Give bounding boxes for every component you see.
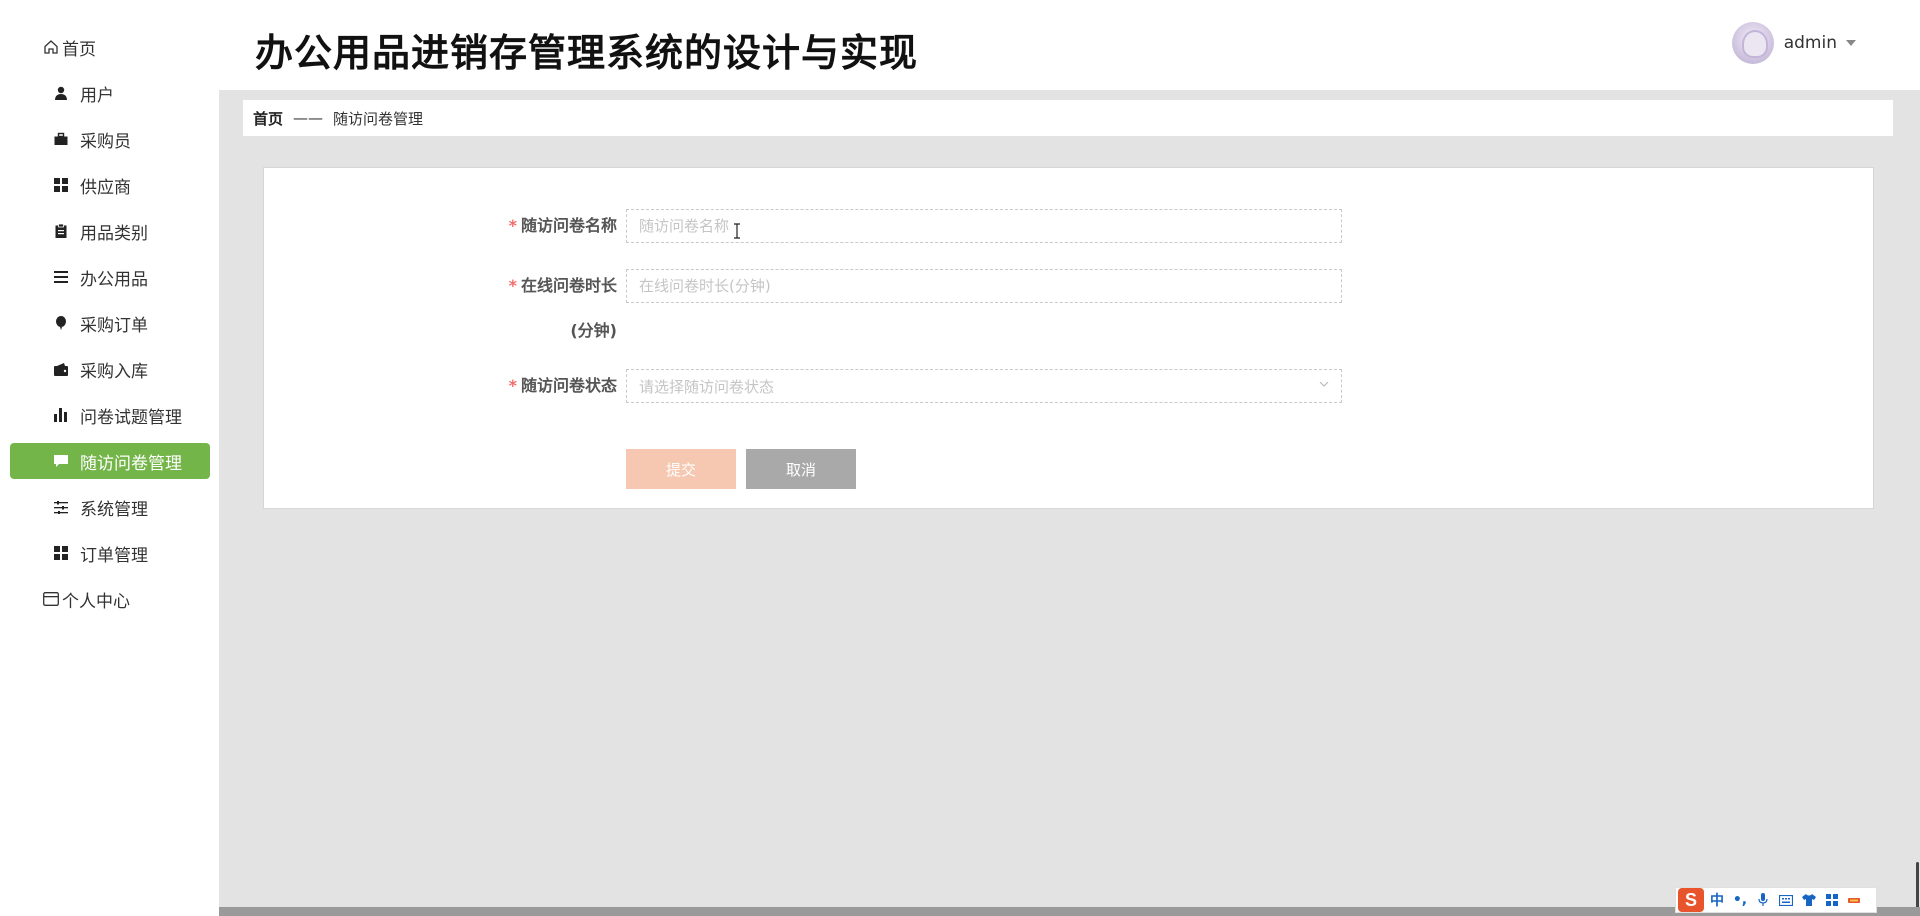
required-mark: * (508, 216, 517, 235)
sidebar-item-label: 用品类别 (80, 223, 148, 244)
ime-toolbar: S 中 •, (1675, 887, 1877, 913)
chevron-down-icon (1319, 381, 1329, 387)
status-select[interactable]: 请选择随访问卷状态 (626, 369, 1342, 403)
grid-icon (52, 176, 70, 194)
sidebar-item-home[interactable]: 首页 (10, 29, 210, 65)
keyboard-icon[interactable] (1776, 890, 1796, 910)
sidebar-item-label: 采购入库 (80, 361, 148, 382)
sidebar-item-label: 随访问卷管理 (80, 453, 182, 474)
sidebar-item-user[interactable]: 用户 (10, 75, 210, 111)
questionnaire-form: *随访问卷名称 *在线问卷时长 (分钟) *随访问卷状态 请选择随访问卷状态 提… (263, 167, 1874, 509)
sidebar-item-label: 供应商 (80, 177, 131, 198)
duration-input[interactable] (626, 269, 1342, 303)
ime-logo[interactable]: S (1678, 888, 1704, 912)
grid-icon (52, 544, 70, 562)
submit-button[interactable]: 提交 (626, 449, 736, 489)
bar-chart-icon (52, 406, 70, 424)
cancel-button[interactable]: 取消 (746, 449, 856, 489)
status-select-placeholder: 请选择随访问卷状态 (639, 377, 775, 396)
microphone-icon[interactable] (1753, 890, 1773, 910)
text-cursor-icon (734, 223, 740, 239)
user-icon (52, 84, 70, 102)
required-mark: * (508, 276, 517, 295)
sidebar-item-category[interactable]: 用品类别 (10, 213, 210, 249)
breadcrumb-separator: —— (293, 109, 324, 127)
tools-icon[interactable] (1845, 890, 1865, 910)
user-menu[interactable]: admin (1731, 22, 1856, 64)
horizontal-scrollbar[interactable] (219, 907, 1920, 916)
sidebar-item-label: 订单管理 (80, 545, 148, 566)
clipboard-icon (52, 222, 70, 240)
duration-label-unit: (分钟) (570, 321, 617, 340)
sidebar-item-label: 首页 (62, 39, 96, 60)
sidebar-item-label: 用户 (80, 85, 114, 106)
briefcase-icon (52, 130, 70, 148)
top-header: 办公用品进销存管理系统的设计与实现 admin (219, 0, 1920, 90)
username: admin (1783, 33, 1837, 53)
sidebar-item-purchase-order[interactable]: 采购订单 (10, 305, 210, 341)
chevron-down-icon (1846, 40, 1856, 46)
sidebar-item-followup-questionnaire[interactable]: 随访问卷管理 (10, 443, 210, 479)
sidebar-item-label: 采购员 (80, 131, 131, 152)
sidebar-item-label: 个人中心 (62, 591, 130, 612)
breadcrumb-current: 随访问卷管理 (333, 109, 424, 128)
status-label-text: 随访问卷状态 (520, 376, 617, 395)
sidebar-item-label: 问卷试题管理 (80, 407, 182, 428)
sidebar-item-system-management[interactable]: 系统管理 (10, 489, 210, 525)
breadcrumb: 首页 —— 随访问卷管理 (243, 100, 1893, 136)
sidebar-item-order-management[interactable]: 订单管理 (10, 535, 210, 571)
apps-icon[interactable] (1822, 890, 1842, 910)
sidebar-item-stock-in[interactable]: 采购入库 (10, 351, 210, 387)
balloon-icon (52, 314, 70, 332)
duration-label: * 在线问卷时长 (417, 272, 617, 300)
sidebar-item-buyer[interactable]: 采购员 (10, 121, 210, 157)
card-icon (42, 590, 60, 608)
status-label: * 随访问卷状态 (417, 372, 617, 400)
name-label: * 随访问卷名称 (417, 212, 617, 240)
avatar (1731, 22, 1774, 64)
scrollbar-thumb[interactable] (1916, 862, 1919, 910)
sidebar: 首页 用户 采购员 供应商 用品类别 办公用品 采购订单 采购入库 问卷试题管理… (0, 0, 219, 916)
sidebar-item-personal-center[interactable]: 个人中心 (10, 581, 210, 617)
sidebar-item-label: 办公用品 (80, 269, 148, 290)
sidebar-item-label: 采购订单 (80, 315, 148, 336)
home-icon (42, 38, 60, 56)
wallet-icon (52, 360, 70, 378)
name-label-text: 随访问卷名称 (520, 216, 617, 235)
duration-label-text: 在线问卷时长 (520, 276, 617, 295)
sidebar-item-question-management[interactable]: 问卷试题管理 (10, 397, 210, 433)
list-icon (52, 268, 70, 286)
chat-icon (52, 452, 70, 470)
sidebar-item-supplier[interactable]: 供应商 (10, 167, 210, 203)
shirt-icon[interactable] (1799, 890, 1819, 910)
sidebar-item-label: 系统管理 (80, 499, 148, 520)
required-mark: * (508, 376, 517, 395)
sliders-icon (52, 498, 70, 516)
main-content: 首页 —— 随访问卷管理 *随访问卷名称 *在线问卷时长 (分钟) *随访问卷状… (219, 90, 1920, 916)
sidebar-item-office-supplies[interactable]: 办公用品 (10, 259, 210, 295)
ime-mode[interactable]: 中 (1707, 890, 1727, 910)
ime-punctuation[interactable]: •, (1730, 890, 1750, 910)
app-title: 办公用品进销存管理系统的设计与实现 (255, 31, 919, 75)
vertical-scrollbar[interactable] (1916, 90, 1920, 916)
breadcrumb-home[interactable]: 首页 (253, 108, 283, 129)
